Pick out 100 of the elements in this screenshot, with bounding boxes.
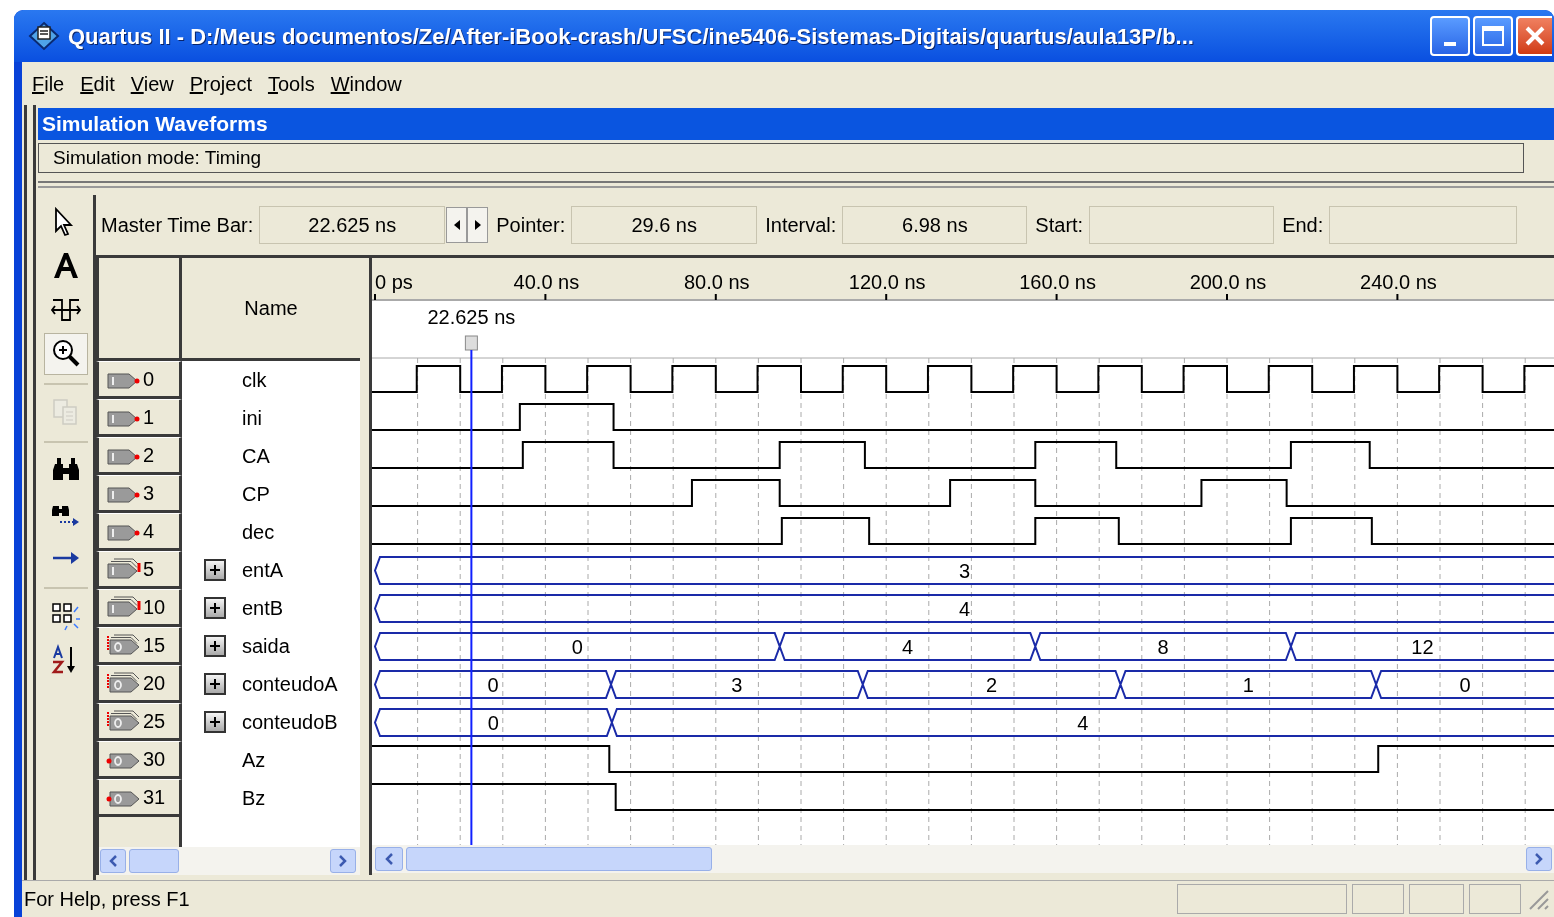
scroll-left-button[interactable] [100, 849, 126, 873]
caret-left-icon [108, 855, 118, 867]
expand-toggle[interactable] [204, 711, 226, 733]
signal-name[interactable]: entB [242, 593, 284, 623]
field-label: Pointer: [496, 213, 566, 238]
time-field[interactable]: 22.625 ns [259, 206, 446, 244]
caret-right-icon [1534, 853, 1544, 865]
caret-right-icon [474, 220, 481, 230]
menu-item[interactable]: View [124, 66, 180, 101]
plus-icon [209, 564, 221, 576]
ruler-label: 0 ps [375, 271, 413, 293]
bus-value: 12 [1411, 635, 1434, 658]
window-title: Quartus II - D:/Meus documentos/Ze/After-iBook-crash/UFSC/ine5406-Sistemas-Digitais/quartus/aula13P/b... [68, 22, 1194, 51]
signal-name[interactable]: ini [242, 403, 262, 433]
status-pane [1469, 884, 1521, 914]
bus-value: 1 [1242, 673, 1254, 696]
ruler-label: 160.0 ns [1019, 271, 1096, 293]
scroll-thumb[interactable] [406, 847, 712, 871]
app-icon [28, 21, 60, 51]
time-bar-handle [464, 335, 478, 351]
ruler-label: 40.0 ns [513, 271, 580, 293]
field-label: End: [1282, 213, 1324, 238]
scroll-left-button[interactable] [375, 847, 403, 871]
output-bus-icon [105, 634, 141, 656]
expand-toggle[interactable] [204, 597, 226, 619]
bus-value: 2 [986, 673, 998, 696]
signal-name[interactable]: Az [242, 745, 266, 775]
signal-index: 5 [143, 557, 155, 582]
plus-icon [209, 716, 221, 728]
signal-name[interactable]: CA [242, 441, 270, 471]
scroll-right-button[interactable] [1526, 847, 1552, 871]
output-bus-icon [105, 710, 141, 732]
signal-index: 1 [143, 405, 155, 430]
bus-value: 8 [1157, 635, 1169, 658]
signal-index: 25 [143, 709, 166, 734]
signal-name[interactable]: Bz [242, 783, 266, 813]
signal-index: 20 [143, 671, 166, 696]
expand-toggle[interactable] [204, 559, 226, 581]
signal-name[interactable]: CP [242, 479, 270, 509]
ruler-label: 80.0 ns [684, 271, 750, 293]
bus-value: 0 [1459, 673, 1471, 696]
caret-right-icon [338, 855, 348, 867]
bus-value: 3 [958, 559, 971, 582]
status-pane [1409, 884, 1464, 914]
bus-value: 4 [958, 597, 971, 620]
scroll-thumb[interactable] [129, 849, 179, 873]
bus-value: 0 [571, 635, 583, 658]
expand-toggle[interactable] [204, 635, 226, 657]
bus-value: 0 [487, 673, 499, 696]
simulation-mode-bar: Simulation mode: Timing [38, 143, 1524, 173]
ruler-label: 200.0 ns [1189, 271, 1267, 293]
menu-item[interactable]: Tools [261, 66, 321, 101]
caret-left-icon [384, 853, 394, 865]
signal-index: 15 [143, 633, 166, 658]
field-label: Master Time Bar: [101, 213, 254, 238]
signal-index: 10 [143, 595, 166, 620]
plus-icon [209, 602, 221, 614]
zoom-in-icon[interactable] [43, 333, 88, 375]
bus-value: 0 [487, 711, 499, 734]
signal-index: 30 [143, 747, 166, 772]
signal-index: 4 [143, 519, 155, 544]
time-field[interactable]: 29.6 ns [571, 206, 758, 244]
step-left-button[interactable] [446, 207, 468, 243]
time-field[interactable] [1329, 206, 1518, 244]
time-bar-label: 22.625 ns [427, 306, 516, 328]
menu-item[interactable]: Project [183, 66, 258, 101]
signal-index: 0 [143, 367, 155, 392]
signal-name[interactable]: dec [242, 517, 275, 547]
bus-value: 4 [901, 635, 914, 658]
time-field[interactable] [1089, 206, 1275, 244]
column-header[interactable]: Name [182, 258, 360, 358]
time-field[interactable]: 6.98 ns [842, 206, 1028, 244]
menu-item[interactable]: File [26, 66, 71, 101]
signal-name[interactable]: clk [242, 365, 267, 395]
close-button[interactable] [1516, 16, 1552, 56]
expand-toggle[interactable] [204, 673, 226, 695]
bus-value: 4 [1077, 711, 1089, 734]
minimize-button[interactable] [1430, 16, 1470, 56]
signal-index: 3 [143, 481, 155, 506]
status-pane [1352, 884, 1404, 914]
menu-item[interactable]: Window [324, 66, 408, 101]
close-icon [1524, 25, 1546, 47]
status-text: For Help, press F1 [24, 887, 190, 912]
scroll-right-button[interactable] [330, 849, 356, 873]
output-bus-icon [105, 672, 141, 694]
plus-icon [209, 678, 221, 690]
step-right-button[interactable] [467, 207, 489, 243]
maximize-button[interactable] [1473, 16, 1513, 56]
menu-item[interactable]: Edit [74, 66, 121, 101]
ruler-label: 120.0 ns [848, 271, 926, 293]
input-bus-icon [105, 596, 141, 618]
field-label: Interval: [765, 213, 837, 238]
signal-index: 31 [143, 785, 166, 810]
ruler-label: 240.0 ns [1360, 271, 1437, 293]
caret-left-icon [453, 220, 460, 230]
signal-name[interactable]: entA [242, 555, 284, 585]
input-bus-icon [105, 558, 141, 580]
field-label: Start: [1035, 213, 1084, 238]
bus-value: 3 [731, 673, 743, 696]
plus-icon [209, 640, 221, 652]
